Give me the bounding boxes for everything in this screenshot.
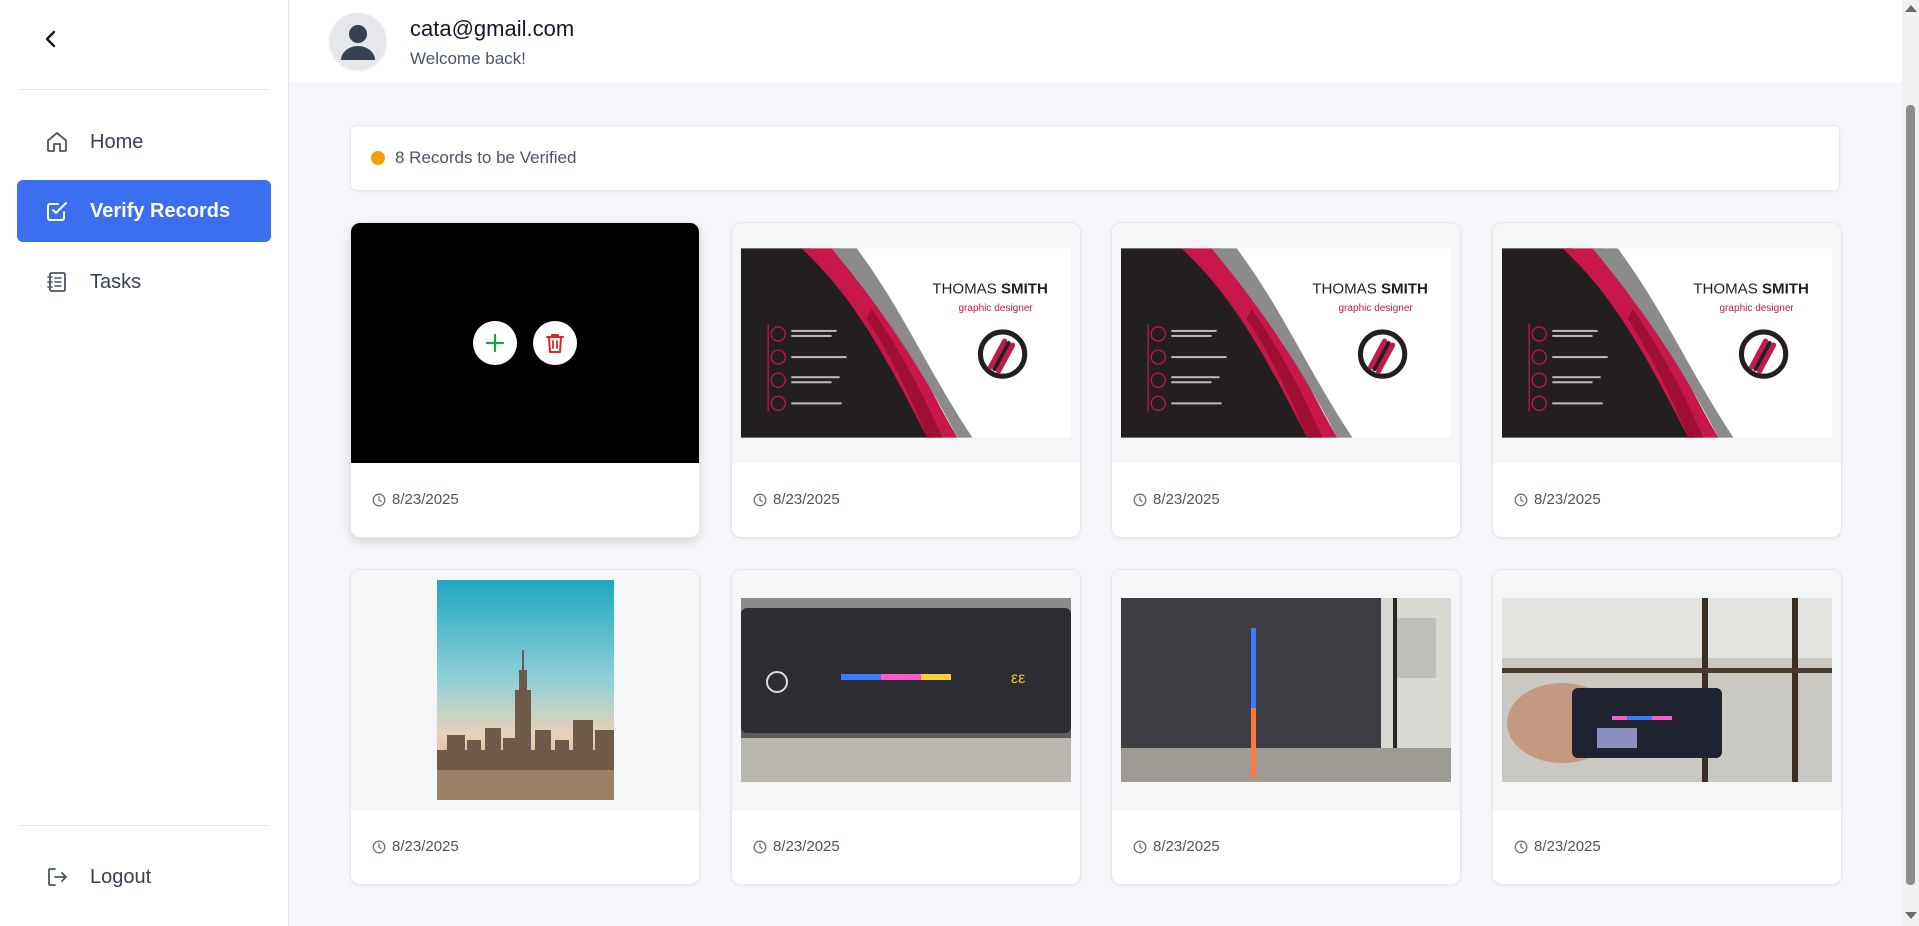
business-card-image xyxy=(1502,248,1832,438)
clock-icon xyxy=(372,840,386,854)
welcome-text: Welcome back! xyxy=(410,49,526,68)
record-preview xyxy=(1112,223,1460,463)
record-date-text: 8/23/2025 xyxy=(773,838,840,855)
record-preview xyxy=(1112,570,1460,810)
record-preview xyxy=(1493,570,1841,810)
record-preview: εε xyxy=(732,570,1080,810)
home-icon xyxy=(44,129,70,155)
record-date-text: 8/23/2025 xyxy=(392,838,459,855)
sidebar: Home Verify Records Tasks Logout xyxy=(0,0,289,926)
sidebar-item-label: Home xyxy=(90,130,144,153)
record-date-text: 8/23/2025 xyxy=(773,491,840,508)
status-dot xyxy=(371,151,385,165)
clock-icon xyxy=(753,493,767,507)
sidebar-item-label: Tasks xyxy=(90,270,142,293)
logout-label: Logout xyxy=(90,865,152,888)
top-header: cata@gmail.com Welcome back! xyxy=(290,0,1902,82)
user-icon xyxy=(330,13,386,69)
record-date-text: 8/23/2025 xyxy=(392,491,459,508)
clock-icon xyxy=(372,493,386,507)
device-photo-image xyxy=(1121,598,1451,782)
record-date: 8/23/2025 xyxy=(753,491,840,508)
record-date: 8/23/2025 xyxy=(753,838,840,855)
clock-icon xyxy=(753,840,767,854)
record-date-text: 8/23/2025 xyxy=(1534,491,1601,508)
scroll-thumb[interactable] xyxy=(1906,105,1915,885)
sidebar-item-verify-records[interactable]: Verify Records xyxy=(17,180,271,242)
city-photo-image xyxy=(436,580,614,800)
scroll-down-arrow[interactable] xyxy=(1905,912,1917,919)
record-date-text: 8/23/2025 xyxy=(1534,838,1601,855)
sidebar-divider xyxy=(19,89,269,90)
record-card[interactable]: 8/23/2025 xyxy=(350,569,700,885)
record-card[interactable]: 8/23/2025 xyxy=(731,222,1081,538)
back-button[interactable] xyxy=(36,24,66,54)
record-date: 8/23/2025 xyxy=(1514,838,1601,855)
svg-text:εε: εε xyxy=(1011,670,1025,687)
add-button[interactable] xyxy=(473,321,517,365)
record-card[interactable]: 8/23/2025 xyxy=(1111,569,1461,885)
record-preview xyxy=(351,570,699,810)
record-card[interactable]: 8/23/2025 xyxy=(350,222,700,538)
business-card-image xyxy=(1121,248,1451,438)
record-date: 8/23/2025 xyxy=(1133,838,1220,855)
record-actions xyxy=(473,321,577,365)
record-date: 8/23/2025 xyxy=(1514,491,1601,508)
notebook-icon xyxy=(44,269,70,295)
clock-icon xyxy=(1133,840,1147,854)
record-preview xyxy=(1493,223,1841,463)
logout-button[interactable]: Logout xyxy=(17,846,271,908)
sidebar-item-home[interactable]: Home xyxy=(17,111,271,173)
scroll-up-arrow[interactable] xyxy=(1905,5,1917,12)
logout-icon xyxy=(44,864,70,890)
record-card[interactable]: 8/23/2025 xyxy=(1111,222,1461,538)
clock-icon xyxy=(1133,493,1147,507)
user-email: cata@gmail.com xyxy=(410,16,575,41)
device-photo-image: εε xyxy=(741,598,1071,782)
chevron-left-icon xyxy=(45,30,56,48)
sidebar-divider xyxy=(19,825,269,826)
record-card[interactable]: 8/23/2025 xyxy=(1492,222,1842,538)
record-card[interactable]: εε 8/23/2025 xyxy=(731,569,1081,885)
record-date: 8/23/2025 xyxy=(1133,491,1220,508)
business-card-image xyxy=(741,248,1071,438)
plus-icon xyxy=(485,333,505,353)
clock-icon xyxy=(1514,493,1528,507)
sidebar-item-tasks[interactable]: Tasks xyxy=(17,251,271,313)
record-preview xyxy=(732,223,1080,463)
page-scrollbar[interactable] xyxy=(1902,0,1919,926)
record-date: 8/23/2025 xyxy=(372,491,459,508)
record-date: 8/23/2025 xyxy=(372,838,459,855)
trash-icon xyxy=(546,334,564,353)
clock-icon xyxy=(1514,840,1528,854)
sidebar-item-label: Verify Records xyxy=(90,199,231,222)
record-preview xyxy=(351,223,699,463)
device-photo-image xyxy=(1502,598,1832,782)
avatar[interactable] xyxy=(330,13,386,69)
check-square-icon xyxy=(44,198,70,224)
record-date-text: 8/23/2025 xyxy=(1153,838,1220,855)
delete-button[interactable] xyxy=(533,321,577,365)
records-count-text: 8 Records to be Verified xyxy=(395,148,577,167)
record-card[interactable]: 8/23/2025 xyxy=(1492,569,1842,885)
records-status-banner: 8 Records to be Verified xyxy=(350,125,1840,191)
record-date-text: 8/23/2025 xyxy=(1153,491,1220,508)
